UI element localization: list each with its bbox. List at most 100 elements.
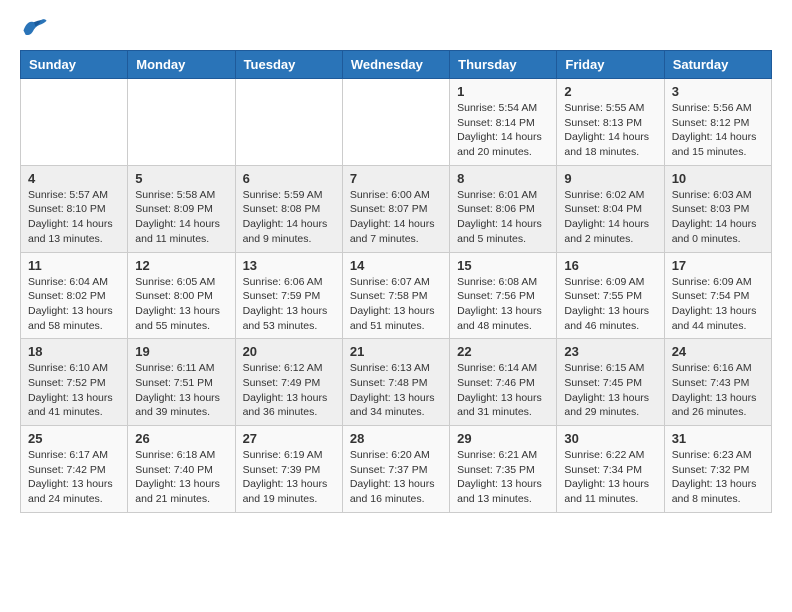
day-number: 23 <box>564 344 656 359</box>
calendar-cell: 26 Sunrise: 6:18 AMSunset: 7:40 PMDayligh… <box>128 426 235 513</box>
day-number: 26 <box>135 431 227 446</box>
calendar-cell: 20 Sunrise: 6:12 AMSunset: 7:49 PMDayligh… <box>235 339 342 426</box>
day-info: Sunrise: 6:12 AMSunset: 7:49 PMDaylight:… <box>243 361 335 420</box>
day-header-monday: Monday <box>128 51 235 79</box>
calendar-cell: 30 Sunrise: 6:22 AMSunset: 7:34 PMDayligh… <box>557 426 664 513</box>
calendar-cell: 19 Sunrise: 6:11 AMSunset: 7:51 PMDayligh… <box>128 339 235 426</box>
day-number: 13 <box>243 258 335 273</box>
day-header-tuesday: Tuesday <box>235 51 342 79</box>
day-info: Sunrise: 6:04 AMSunset: 8:02 PMDaylight:… <box>28 275 120 334</box>
calendar-cell: 29Sunrise: 6:21 AMSunset: 7:35 PMDayligh… <box>450 426 557 513</box>
calendar-cell <box>21 79 128 166</box>
day-info: Sunrise: 6:10 AMSunset: 7:52 PMDaylight:… <box>28 361 120 420</box>
day-info: Sunrise: 6:01 AMSunset: 8:06 PMDaylight:… <box>457 188 549 247</box>
day-info: Sunrise: 6:19 AMSunset: 7:39 PMDaylight:… <box>243 448 335 507</box>
calendar-cell <box>128 79 235 166</box>
day-number: 31 <box>672 431 764 446</box>
calendar-cell: 14Sunrise: 6:07 AMSunset: 7:58 PMDayligh… <box>342 252 449 339</box>
calendar-week-row: 11 Sunrise: 6:04 AMSunset: 8:02 PMDayligh… <box>21 252 772 339</box>
day-info: Sunrise: 6:05 AMSunset: 8:00 PMDaylight:… <box>135 275 227 334</box>
day-info: Sunrise: 6:20 AMSunset: 7:37 PMDaylight:… <box>350 448 442 507</box>
calendar-cell: 5 Sunrise: 5:58 AMSunset: 8:09 PMDaylight… <box>128 165 235 252</box>
day-number: 16 <box>564 258 656 273</box>
day-number: 28 <box>350 431 442 446</box>
day-info: Sunrise: 6:09 AMSunset: 7:54 PMDaylight:… <box>672 275 764 334</box>
day-number: 10 <box>672 171 764 186</box>
day-number: 25 <box>28 431 120 446</box>
day-number: 4 <box>28 171 120 186</box>
calendar-week-row: 4 Sunrise: 5:57 AMSunset: 8:10 PMDaylight… <box>21 165 772 252</box>
calendar-cell: 9 Sunrise: 6:02 AMSunset: 8:04 PMDaylight… <box>557 165 664 252</box>
calendar-cell: 12 Sunrise: 6:05 AMSunset: 8:00 PMDayligh… <box>128 252 235 339</box>
header <box>20 16 772 38</box>
calendar-cell: 24Sunrise: 6:16 AMSunset: 7:43 PMDayligh… <box>664 339 771 426</box>
day-number: 14 <box>350 258 442 273</box>
day-number: 29 <box>457 431 549 446</box>
day-header-sunday: Sunday <box>21 51 128 79</box>
day-info: Sunrise: 6:08 AMSunset: 7:56 PMDaylight:… <box>457 275 549 334</box>
calendar-cell: 1 Sunrise: 5:54 AMSunset: 8:14 PMDaylight… <box>450 79 557 166</box>
day-info: Sunrise: 5:54 AMSunset: 8:14 PMDaylight:… <box>457 101 549 160</box>
day-number: 22 <box>457 344 549 359</box>
day-number: 18 <box>28 344 120 359</box>
day-info: Sunrise: 5:55 AMSunset: 8:13 PMDaylight:… <box>564 101 656 160</box>
day-number: 5 <box>135 171 227 186</box>
day-number: 7 <box>350 171 442 186</box>
calendar-cell <box>235 79 342 166</box>
day-number: 19 <box>135 344 227 359</box>
logo-bird-icon <box>20 16 48 38</box>
day-number: 11 <box>28 258 120 273</box>
day-info: Sunrise: 6:14 AMSunset: 7:46 PMDaylight:… <box>457 361 549 420</box>
day-info: Sunrise: 6:02 AMSunset: 8:04 PMDaylight:… <box>564 188 656 247</box>
calendar-week-row: 18 Sunrise: 6:10 AMSunset: 7:52 PMDayligh… <box>21 339 772 426</box>
day-info: Sunrise: 6:17 AMSunset: 7:42 PMDaylight:… <box>28 448 120 507</box>
day-number: 8 <box>457 171 549 186</box>
day-header-saturday: Saturday <box>664 51 771 79</box>
day-info: Sunrise: 6:00 AMSunset: 8:07 PMDaylight:… <box>350 188 442 247</box>
day-info: Sunrise: 5:59 AMSunset: 8:08 PMDaylight:… <box>243 188 335 247</box>
day-header-thursday: Thursday <box>450 51 557 79</box>
calendar-cell: 18 Sunrise: 6:10 AMSunset: 7:52 PMDayligh… <box>21 339 128 426</box>
day-info: Sunrise: 6:18 AMSunset: 7:40 PMDaylight:… <box>135 448 227 507</box>
calendar-cell: 7 Sunrise: 6:00 AMSunset: 8:07 PMDaylight… <box>342 165 449 252</box>
calendar-table: SundayMondayTuesdayWednesdayThursdayFrid… <box>20 50 772 513</box>
day-number: 9 <box>564 171 656 186</box>
calendar-cell: 13 Sunrise: 6:06 AMSunset: 7:59 PMDayligh… <box>235 252 342 339</box>
day-number: 2 <box>564 84 656 99</box>
calendar-cell: 10 Sunrise: 6:03 AMSunset: 8:03 PMDayligh… <box>664 165 771 252</box>
day-number: 27 <box>243 431 335 446</box>
day-info: Sunrise: 6:23 AMSunset: 7:32 PMDaylight:… <box>672 448 764 507</box>
calendar-cell: 22 Sunrise: 6:14 AMSunset: 7:46 PMDayligh… <box>450 339 557 426</box>
day-info: Sunrise: 6:03 AMSunset: 8:03 PMDaylight:… <box>672 188 764 247</box>
day-info: Sunrise: 6:06 AMSunset: 7:59 PMDaylight:… <box>243 275 335 334</box>
calendar-cell: 21Sunrise: 6:13 AMSunset: 7:48 PMDayligh… <box>342 339 449 426</box>
calendar-cell: 31 Sunrise: 6:23 AMSunset: 7:32 PMDayligh… <box>664 426 771 513</box>
calendar-cell: 28 Sunrise: 6:20 AMSunset: 7:37 PMDayligh… <box>342 426 449 513</box>
day-number: 24 <box>672 344 764 359</box>
calendar-cell: 25 Sunrise: 6:17 AMSunset: 7:42 PMDayligh… <box>21 426 128 513</box>
calendar-cell <box>342 79 449 166</box>
day-info: Sunrise: 6:15 AMSunset: 7:45 PMDaylight:… <box>564 361 656 420</box>
day-info: Sunrise: 5:58 AMSunset: 8:09 PMDaylight:… <box>135 188 227 247</box>
logo <box>20 16 52 38</box>
calendar-cell: 16Sunrise: 6:09 AMSunset: 7:55 PMDayligh… <box>557 252 664 339</box>
day-number: 3 <box>672 84 764 99</box>
day-info: Sunrise: 6:22 AMSunset: 7:34 PMDaylight:… <box>564 448 656 507</box>
calendar-cell: 17Sunrise: 6:09 AMSunset: 7:54 PMDayligh… <box>664 252 771 339</box>
calendar-header-row: SundayMondayTuesdayWednesdayThursdayFrid… <box>21 51 772 79</box>
day-number: 30 <box>564 431 656 446</box>
day-info: Sunrise: 6:13 AMSunset: 7:48 PMDaylight:… <box>350 361 442 420</box>
calendar-cell: 2 Sunrise: 5:55 AMSunset: 8:13 PMDaylight… <box>557 79 664 166</box>
day-number: 20 <box>243 344 335 359</box>
calendar-week-row: 1 Sunrise: 5:54 AMSunset: 8:14 PMDaylight… <box>21 79 772 166</box>
calendar-cell: 8 Sunrise: 6:01 AMSunset: 8:06 PMDaylight… <box>450 165 557 252</box>
day-info: Sunrise: 6:11 AMSunset: 7:51 PMDaylight:… <box>135 361 227 420</box>
day-number: 12 <box>135 258 227 273</box>
day-info: Sunrise: 5:57 AMSunset: 8:10 PMDaylight:… <box>28 188 120 247</box>
day-number: 1 <box>457 84 549 99</box>
day-number: 6 <box>243 171 335 186</box>
day-info: Sunrise: 5:56 AMSunset: 8:12 PMDaylight:… <box>672 101 764 160</box>
calendar-cell: 3 Sunrise: 5:56 AMSunset: 8:12 PMDaylight… <box>664 79 771 166</box>
calendar-cell: 6 Sunrise: 5:59 AMSunset: 8:08 PMDaylight… <box>235 165 342 252</box>
calendar-cell: 11 Sunrise: 6:04 AMSunset: 8:02 PMDayligh… <box>21 252 128 339</box>
